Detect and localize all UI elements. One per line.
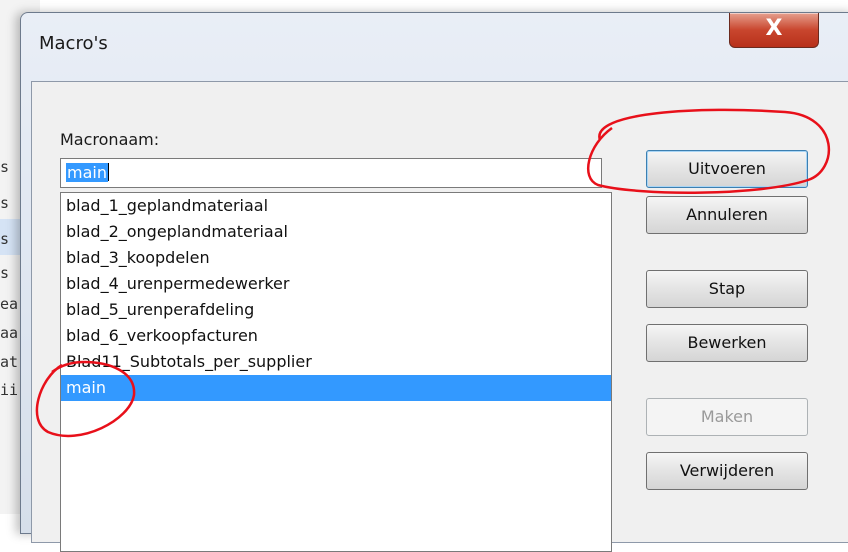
delete-button[interactable]: Verwijderen [646, 452, 808, 490]
dialog-body: Macronaam: main blad_1_geplandmateriaal … [31, 81, 848, 552]
macro-name-label: Macronaam: [60, 130, 160, 149]
list-item[interactable]: blad_6_verkoopfacturen [61, 323, 611, 349]
macro-name-value: main [66, 163, 108, 182]
run-button[interactable]: Uitvoeren [646, 150, 808, 188]
list-item[interactable]: blad_2_ongeplandmateriaal [61, 219, 611, 245]
close-button[interactable]: X [729, 13, 819, 48]
list-item[interactable]: blad_3_koopdelen [61, 245, 611, 271]
list-item[interactable]: blad_1_geplandmateriaal [61, 193, 611, 219]
create-button[interactable]: Maken [646, 398, 808, 436]
text-caret [107, 163, 109, 181]
macro-list[interactable]: blad_1_geplandmateriaal blad_2_ongepland… [60, 192, 612, 552]
list-item[interactable]: blad_5_urenperafdeling [61, 297, 611, 323]
close-icon: X [765, 16, 783, 41]
dialog-title: Macro's [39, 33, 108, 54]
step-button[interactable]: Stap [646, 270, 808, 308]
list-item[interactable]: blad_4_urenpermedewerker [61, 271, 611, 297]
macro-name-input[interactable]: main [60, 158, 602, 188]
list-item-selected[interactable]: main [61, 375, 611, 401]
edit-button[interactable]: Bewerken [646, 324, 808, 362]
macros-dialog: Macro's X Macronaam: main blad_1_gepland… [20, 12, 848, 552]
list-item[interactable]: Blad11_Subtotals_per_supplier [61, 349, 611, 375]
cancel-button[interactable]: Annuleren [646, 196, 808, 234]
